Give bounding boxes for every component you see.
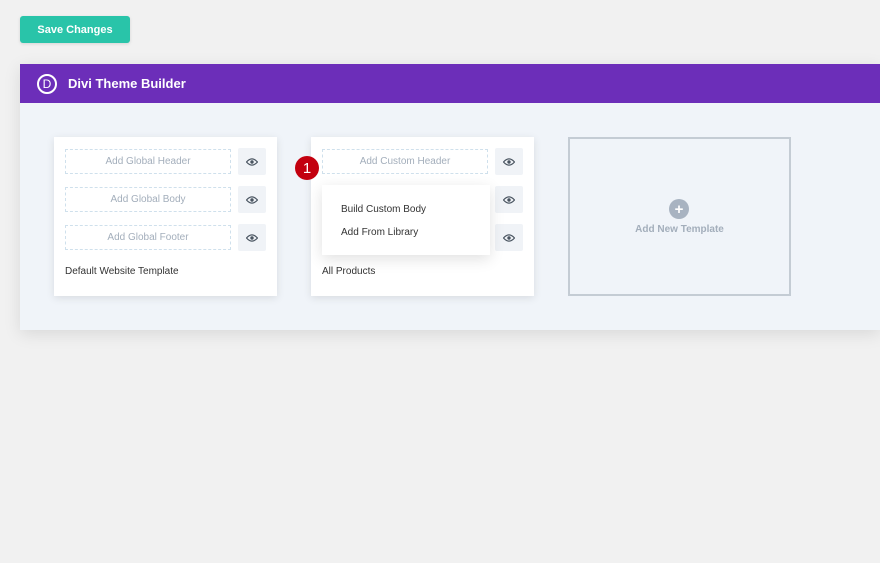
add-custom-header-slot[interactable]: Add Custom Header	[322, 149, 488, 174]
eye-icon	[246, 233, 258, 242]
template-card-default: Add Global Header Add Global Body Add Gl…	[54, 137, 277, 296]
save-changes-button[interactable]: Save Changes	[20, 16, 130, 43]
template-name: Default Website Template	[65, 266, 179, 277]
step-number-badge: 1	[295, 156, 319, 180]
add-from-library-option[interactable]: Add From Library	[341, 227, 418, 238]
add-global-header-slot[interactable]: Add Global Header	[65, 149, 231, 174]
add-global-footer-slot[interactable]: Add Global Footer	[65, 225, 231, 250]
toggle-visibility-button[interactable]	[238, 224, 266, 251]
toggle-visibility-button[interactable]	[238, 186, 266, 213]
add-new-template-label: Add New Template	[635, 224, 724, 235]
eye-icon	[246, 157, 258, 166]
page: Save Changes D Divi Theme Builder Add Gl…	[0, 0, 880, 563]
toggle-visibility-button[interactable]	[238, 148, 266, 175]
toggle-visibility-button[interactable]	[495, 186, 523, 213]
build-custom-body-option[interactable]: Build Custom Body	[341, 204, 426, 215]
add-global-body-slot[interactable]: Add Global Body	[65, 187, 231, 212]
add-new-template-button[interactable]: + Add New Template	[568, 137, 791, 296]
eye-icon	[503, 195, 515, 204]
toggle-visibility-button[interactable]	[495, 148, 523, 175]
plus-icon: +	[669, 199, 689, 219]
eye-icon	[503, 233, 515, 242]
eye-icon	[246, 195, 258, 204]
eye-icon	[503, 157, 515, 166]
template-name: All Products	[322, 266, 376, 277]
template-area: Add Global Header Add Global Body Add Gl…	[20, 64, 880, 330]
body-options-dropdown: Build Custom Body Add From Library	[322, 185, 490, 255]
template-card-all-products: Add Custom Header Build Custom Body Add …	[311, 137, 534, 296]
toggle-visibility-button[interactable]	[495, 224, 523, 251]
